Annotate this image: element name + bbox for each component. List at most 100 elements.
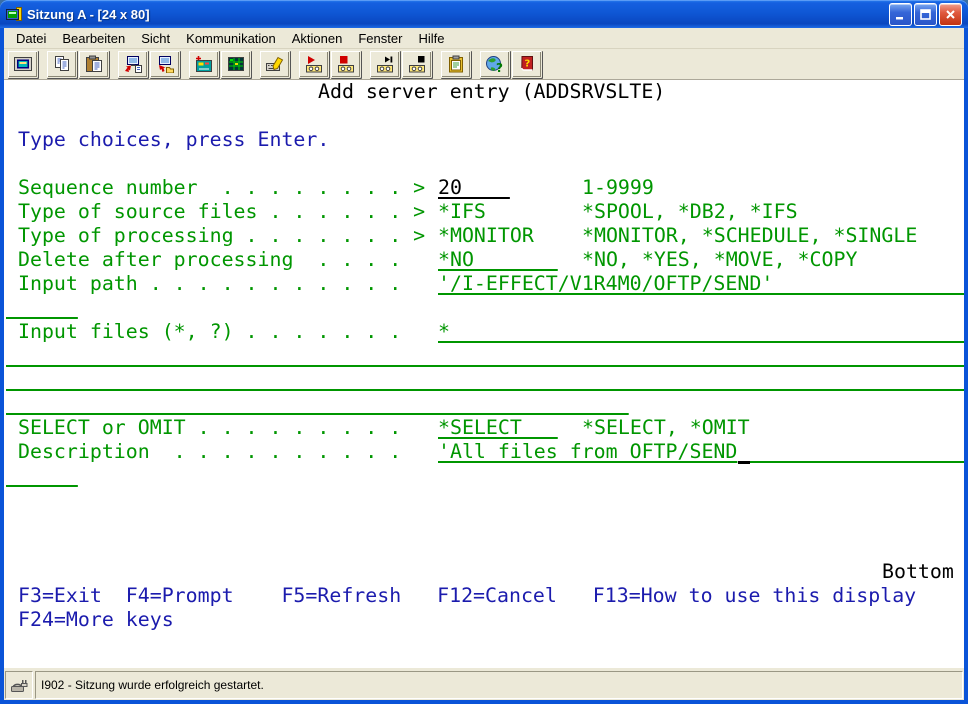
help-button[interactable]: [511, 50, 542, 78]
terminal-text: Sequence number . . . . . . . . >: [18, 176, 425, 200]
status-icon-cell: [5, 671, 33, 699]
menu-bar: DateiBearbeitenSichtKommunikationAktione…: [4, 28, 964, 49]
terminal-text: 1-9999: [582, 176, 654, 200]
menu-item-kommunikation[interactable]: Kommunikation: [178, 29, 284, 48]
terminal-text: Bottom: [882, 560, 954, 584]
send-file-icon: [123, 55, 143, 73]
play-macro-icon: [375, 55, 395, 73]
terminal-input-field[interactable]: 'All files from OFTP/SEND: [438, 440, 737, 464]
terminal-input-field[interactable]: [6, 344, 964, 368]
help-index-icon: [485, 55, 505, 73]
stop-record-macro-icon: [336, 55, 356, 73]
application-window: Sitzung A - [24 x 80] DateiBearbeitenSic…: [0, 0, 968, 704]
keyboard-setup-icon: [265, 55, 285, 73]
menu-item-datei[interactable]: Datei: [8, 29, 54, 48]
terminal-text: F24=More keys: [18, 608, 174, 632]
toolbar-separator: [291, 51, 298, 77]
terminal-row: Bottom: [4, 560, 964, 584]
terminal-input-field[interactable]: [6, 464, 78, 488]
toolbar-separator: [181, 51, 188, 77]
toolbar-separator: [362, 51, 369, 77]
terminal-input-field[interactable]: *MONITOR: [438, 224, 534, 248]
terminal-text: Type of source files . . . . . . >: [18, 200, 425, 224]
terminal-text: F3=Exit F4=Prompt F5=Refresh F12=Cancel …: [18, 584, 916, 608]
terminal-input-field[interactable]: [6, 392, 629, 416]
terminal-text: Add server entry (ADDSRVSLTE): [318, 80, 665, 104]
maximize-icon: [919, 8, 932, 21]
title-bar[interactable]: Sitzung A - [24 x 80]: [0, 0, 968, 28]
terminal-row: [4, 344, 964, 368]
minimize-icon: [894, 8, 907, 21]
play-macro-button[interactable]: [369, 50, 400, 78]
toolbar-separator: [472, 51, 479, 77]
terminal-input-field[interactable]: *: [438, 320, 964, 344]
terminal-row: Input files (*, ?) . . . . . . .*: [4, 320, 964, 344]
terminal-text: SELECT or OMIT . . . . . . . . .: [18, 416, 401, 440]
status-bar: I902 - Sitzung wurde erfolgreich gestart…: [4, 667, 964, 700]
app-icon[interactable]: [6, 6, 23, 23]
menu-item-fenster[interactable]: Fenster: [350, 29, 410, 48]
help-index-button[interactable]: [479, 50, 510, 78]
terminal-input-field[interactable]: *NO: [438, 248, 558, 272]
record-macro-icon: [304, 55, 324, 73]
toolbar-separator: [252, 51, 259, 77]
toolbar-separator: [39, 51, 46, 77]
copy-button[interactable]: [46, 50, 77, 78]
send-file-button[interactable]: [117, 50, 148, 78]
terminal-row: [4, 392, 964, 416]
print-screen-icon: [13, 55, 33, 73]
terminal-text: Type choices, press Enter.: [18, 128, 329, 152]
terminal-row: Add server entry (ADDSRVSLTE): [4, 80, 964, 104]
copy-icon: [52, 55, 72, 73]
stop-play-macro-button[interactable]: [401, 50, 432, 78]
terminal-row: Sequence number . . . . . . . . > 20 1-99…: [4, 176, 964, 200]
status-message: I902 - Sitzung wurde erfolgreich gestart…: [35, 671, 963, 699]
receive-file-button[interactable]: [149, 50, 180, 78]
terminal-row: F24=More keys: [4, 608, 964, 632]
edit-clipboard-button[interactable]: [440, 50, 471, 78]
print-screen-button[interactable]: [7, 50, 38, 78]
terminal-row: [4, 296, 964, 320]
terminal-input-field[interactable]: *IFS: [438, 200, 486, 224]
toolbar-separator: [433, 51, 440, 77]
terminal-row: [4, 368, 964, 392]
terminal-row: Type of source files . . . . . . >*IFS*S…: [4, 200, 964, 224]
toolbar: [4, 49, 964, 80]
color-mapping-button[interactable]: [220, 50, 251, 78]
display-setup-icon: [194, 55, 214, 73]
help-icon: [517, 55, 537, 73]
terminal-cursor: [738, 440, 750, 464]
stop-record-macro-button[interactable]: [330, 50, 361, 78]
keyboard-setup-button[interactable]: [259, 50, 290, 78]
terminal-input-field[interactable]: '/I-EFFECT/V1R4M0/OFTP/SEND': [438, 272, 964, 296]
terminal-row: Type choices, press Enter.: [4, 128, 964, 152]
terminal-input-field[interactable]: [6, 296, 78, 320]
terminal-input-field[interactable]: 20: [438, 176, 510, 200]
terminal-text: Delete after processing . . . .: [18, 248, 401, 272]
terminal-screen[interactable]: Add server entry (ADDSRVSLTE) Type choice…: [4, 80, 964, 667]
terminal-input-field[interactable]: [6, 368, 964, 392]
terminal-row: Type of processing . . . . . . . > *MONIT…: [4, 224, 964, 248]
terminal-row: SELECT or OMIT . . . . . . . . .*SELECT …: [4, 416, 964, 440]
terminal-text: Type of processing . . . . . . . >: [18, 224, 425, 248]
connection-status-icon: [10, 677, 28, 693]
terminal-input-field[interactable]: [750, 440, 964, 464]
terminal-input-field[interactable]: *SELECT: [438, 416, 558, 440]
minimize-button[interactable]: [889, 3, 912, 26]
maximize-button[interactable]: [914, 3, 937, 26]
window-frame: DateiBearbeitenSichtKommunikationAktione…: [0, 28, 968, 704]
menu-item-bearbeiten[interactable]: Bearbeiten: [54, 29, 133, 48]
terminal-row: F3=Exit F4=Prompt F5=Refresh F12=Cancel …: [4, 584, 964, 608]
window-title: Sitzung A - [24 x 80]: [27, 7, 889, 22]
close-button[interactable]: [939, 3, 962, 26]
menu-item-hilfe[interactable]: Hilfe: [410, 29, 452, 48]
close-icon: [944, 8, 957, 21]
record-macro-button[interactable]: [298, 50, 329, 78]
display-setup-button[interactable]: [188, 50, 219, 78]
terminal-row: Delete after processing . . . .*NO *NO, …: [4, 248, 964, 272]
paste-button[interactable]: [78, 50, 109, 78]
menu-item-sicht[interactable]: Sicht: [133, 29, 178, 48]
terminal-text: Description . . . . . . . . . .: [18, 440, 401, 464]
menu-item-aktionen[interactable]: Aktionen: [284, 29, 351, 48]
color-mapping-icon: [226, 55, 246, 73]
